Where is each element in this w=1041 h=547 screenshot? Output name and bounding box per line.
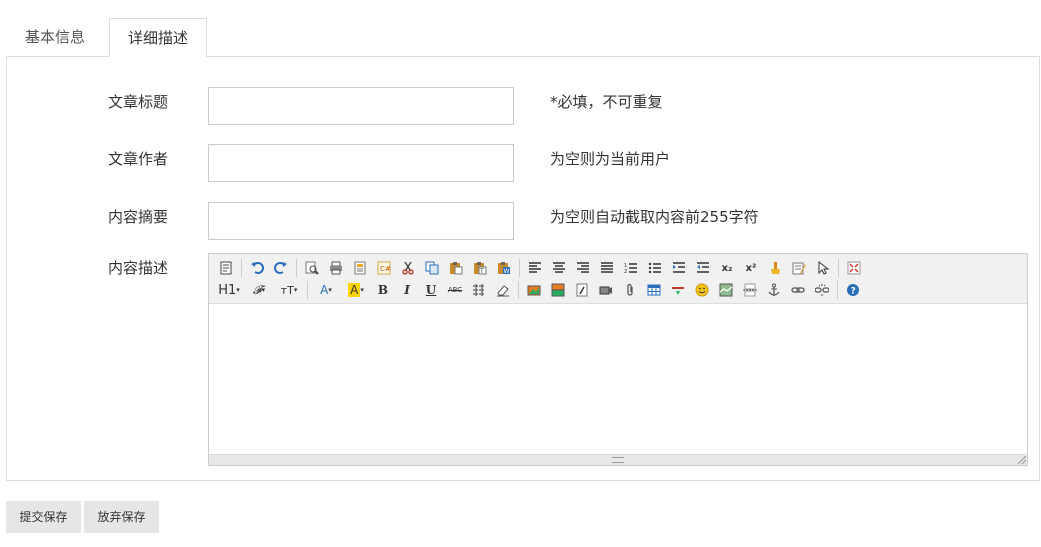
bold-icon[interactable]: B — [373, 280, 393, 300]
copy-icon[interactable] — [422, 258, 442, 278]
remove-format-icon[interactable] — [493, 280, 513, 300]
author-input[interactable] — [208, 144, 514, 182]
font-color-icon[interactable]: A ▾ — [313, 280, 339, 300]
rich-text-editor: C# T W 12 x₂ x² H1 ▾ 𝓕 ▾ тT ▾ A ▾ A ▾ B … — [208, 253, 1028, 466]
editor-content-area[interactable] — [209, 304, 1027, 454]
paste-text-icon[interactable]: T — [470, 258, 490, 278]
undo-icon[interactable] — [247, 258, 267, 278]
outdent-icon[interactable] — [693, 258, 713, 278]
toolbar-separator — [518, 281, 519, 299]
print-icon[interactable] — [326, 258, 346, 278]
flash-icon[interactable] — [572, 280, 592, 300]
detail-panel: 文章标题 *必填，不可重复 文章作者 为空则为当前用户 内容摘要 为空则自动截取… — [6, 56, 1040, 481]
fullscreen-icon[interactable] — [844, 258, 864, 278]
superscript-icon[interactable]: x² — [741, 258, 761, 278]
unordered-list-icon[interactable] — [645, 258, 665, 278]
font-size-icon[interactable]: тT ▾ — [276, 280, 302, 300]
title-input[interactable] — [208, 87, 514, 125]
align-right-icon[interactable] — [573, 258, 593, 278]
resize-corner-icon[interactable] — [1018, 456, 1026, 464]
emoticon-icon[interactable] — [692, 280, 712, 300]
template-icon[interactable] — [350, 258, 370, 278]
media-icon[interactable] — [596, 280, 616, 300]
title-hint: *必填，不可重复 — [550, 93, 663, 111]
heading-icon[interactable]: H1 ▾ — [216, 280, 242, 300]
unlink-icon[interactable] — [812, 280, 832, 300]
description-label: 内容描述 — [108, 259, 169, 277]
redo-icon[interactable] — [271, 258, 291, 278]
svg-text:W: W — [504, 268, 510, 275]
editor-toolbar: C# T W 12 x₂ x² H1 ▾ 𝓕 ▾ тT ▾ A ▾ A ▾ B … — [209, 254, 1027, 304]
code-icon[interactable]: C# — [374, 258, 394, 278]
help-icon[interactable]: ? — [843, 280, 863, 300]
align-center-icon[interactable] — [549, 258, 569, 278]
summary-input[interactable] — [208, 202, 514, 240]
cut-icon[interactable] — [398, 258, 418, 278]
summary-hint: 为空则自动截取内容前255字符 — [550, 208, 759, 226]
toolbar-separator — [296, 259, 297, 277]
table-icon[interactable] — [644, 280, 664, 300]
editor-resize-bar[interactable] — [209, 454, 1027, 465]
font-family-glyph: 𝓕 — [252, 282, 262, 297]
paste-icon[interactable] — [446, 258, 466, 278]
dropdown-arrow-icon: ▾ — [328, 286, 332, 294]
toolbar-separator — [307, 281, 308, 299]
strikethrough-icon[interactable]: ABC — [445, 280, 465, 300]
font-family-icon[interactable]: 𝓕 ▾ — [246, 280, 272, 300]
heading-glyph: H1 — [218, 282, 237, 298]
multi-image-icon[interactable] — [548, 280, 568, 300]
toolbar-separator — [837, 281, 838, 299]
indent-icon[interactable] — [669, 258, 689, 278]
page-break-icon[interactable] — [740, 280, 760, 300]
tab-detail-description[interactable]: 详细描述 — [109, 18, 207, 57]
link-icon[interactable] — [788, 280, 808, 300]
dropdown-arrow-icon: ▾ — [293, 286, 298, 294]
toolbar-row-1: C# T W 12 x₂ x² — [216, 257, 868, 279]
dropdown-arrow-icon: ▾ — [236, 286, 240, 294]
tab-bar: 基本信息 详细描述 — [6, 18, 1041, 57]
subscript-icon[interactable]: x₂ — [717, 258, 737, 278]
title-label: 文章标题 — [108, 93, 169, 111]
toolbar-separator — [519, 259, 520, 277]
discard-save-button[interactable]: 放弃保存 — [84, 501, 159, 533]
dropdown-arrow-icon: ▾ — [261, 286, 266, 294]
ordered-list-icon[interactable]: 12 — [621, 258, 641, 278]
highlight-icon[interactable]: A ▾ — [343, 280, 369, 300]
summary-label: 内容摘要 — [108, 208, 169, 226]
highlight-glyph: A — [348, 283, 361, 297]
toolbar-row-2: H1 ▾ 𝓕 ▾ тT ▾ A ▾ A ▾ B I U ABC ? — [216, 279, 867, 301]
toolbar-separator — [241, 259, 242, 277]
clear-format-icon[interactable] — [765, 258, 785, 278]
align-justify-icon[interactable] — [597, 258, 617, 278]
svg-text:?: ? — [851, 287, 856, 297]
tab-basic-info[interactable]: 基本信息 — [6, 18, 104, 56]
baidu-map-icon[interactable] — [716, 280, 736, 300]
dropdown-arrow-icon: ▾ — [360, 286, 364, 294]
line-height-icon[interactable] — [469, 280, 489, 300]
attachment-icon[interactable] — [620, 280, 640, 300]
submit-save-button[interactable]: 提交保存 — [6, 501, 81, 533]
author-hint: 为空则为当前用户 — [550, 150, 671, 168]
align-left-icon[interactable] — [525, 258, 545, 278]
font-size-glyph: тT — [280, 283, 294, 297]
svg-text:T: T — [479, 268, 484, 275]
italic-icon[interactable]: I — [397, 280, 417, 300]
hr-icon[interactable] — [668, 280, 688, 300]
svg-text:C#: C# — [380, 265, 391, 273]
source-icon[interactable] — [216, 258, 236, 278]
preview-icon[interactable] — [302, 258, 322, 278]
font-color-glyph: A — [320, 283, 329, 297]
anchor-icon[interactable] — [764, 280, 784, 300]
underline-icon[interactable]: U — [421, 280, 441, 300]
image-icon[interactable] — [524, 280, 544, 300]
toolbar-separator — [838, 259, 839, 277]
select-all-icon[interactable] — [789, 258, 809, 278]
svg-text:2: 2 — [624, 269, 627, 274]
resize-grip-icon[interactable] — [612, 457, 624, 463]
select-icon[interactable] — [813, 258, 833, 278]
paste-word-icon[interactable]: W — [494, 258, 514, 278]
author-label: 文章作者 — [108, 150, 169, 168]
